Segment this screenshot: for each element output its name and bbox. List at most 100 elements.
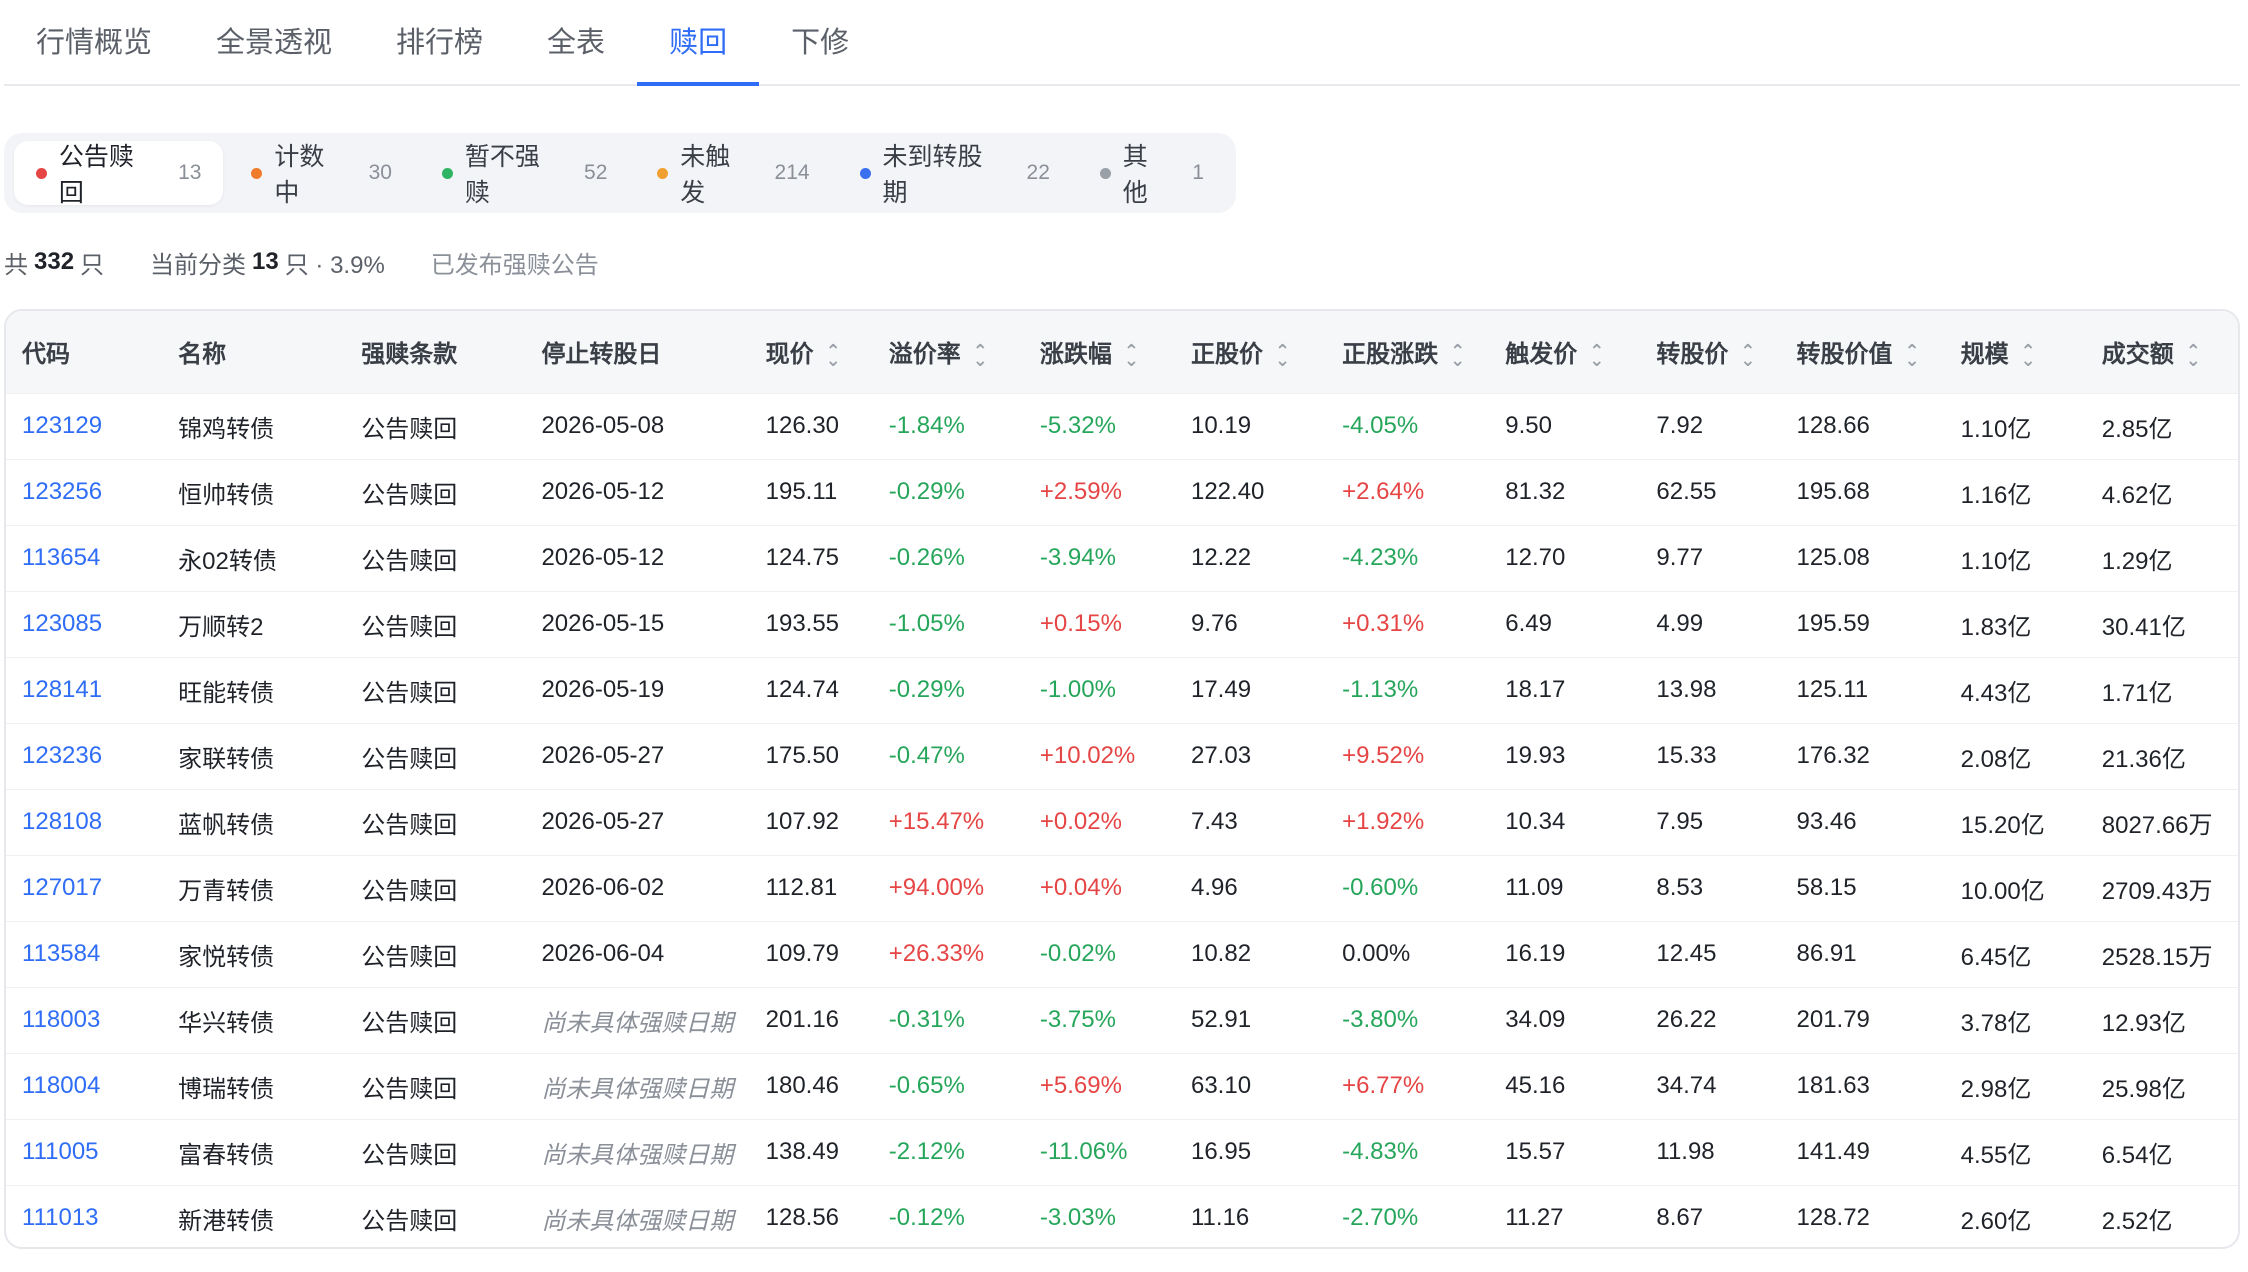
table-cell: 2.60亿 [1960, 1207, 2032, 1235]
tab-2[interactable]: 排行榜 [364, 0, 515, 84]
table-cell: 1.10亿 [1960, 415, 2032, 443]
sort-icon[interactable]: ⌃ ⌄ [1740, 342, 1755, 369]
table-cell: +9.52% [1342, 742, 1425, 769]
bond-code-link[interactable]: 123085 [6, 591, 162, 657]
sort-icon[interactable]: ⌃ ⌄ [2021, 342, 2036, 369]
table-cell: 81.32 [1505, 478, 1566, 505]
table-cell: 11.98 [1656, 1138, 1715, 1165]
bond-code-link[interactable]: 128141 [6, 657, 162, 723]
bond-code-link[interactable]: 118003 [6, 987, 162, 1053]
table-row[interactable]: 118004 博瑞转债 公告赎回 尚未具体强赎日期 180.46 -0.65% +5.69%… [6, 1053, 2238, 1119]
column-header[interactable]: 成交额 ⌃ ⌄ [2086, 311, 2238, 393]
status-dot-icon [657, 167, 669, 179]
summary-line: 共 332 只 当前分类 13 只 · 3.9% 已发布强赎公告 [4, 244, 599, 280]
tab-3[interactable]: 全表 [515, 0, 637, 84]
table-cell: 2.85亿 [2101, 415, 2173, 443]
table-cell: 16.19 [1505, 940, 1566, 967]
bond-code-link[interactable]: 123256 [6, 459, 162, 525]
table-cell: 112.81 [765, 874, 838, 901]
table-header-row: 代码 名称 强赎条款 停止转股日 现价 ⌃ ⌄ 溢价率 ⌃ ⌄ 涨跌幅 ⌃ ⌄ 正股价 ⌃ ⌄ 正股涨跌 ⌃ ⌄ 触发… [6, 311, 2238, 393]
column-header[interactable]: 正股价 ⌃ ⌄ [1175, 311, 1326, 393]
table-row[interactable]: 123129 锦鸡转债 公告赎回 2026-05-08 126.30 -1.84% -5.3… [6, 393, 2238, 459]
filter-chip-label: 公告赎回 [58, 143, 134, 207]
table-row[interactable]: 118003 华兴转债 公告赎回 尚未具体强赎日期 201.16 -0.31% -3.75%… [6, 987, 2238, 1053]
bond-code-link[interactable]: 111013 [6, 1185, 162, 1247]
tab-5[interactable]: 下修 [759, 0, 881, 84]
table-cell: 7.92 [1656, 412, 1704, 439]
table-cell: 141.49 [1796, 1138, 1870, 1165]
column-header[interactable]: 规模 ⌃ ⌄ [1945, 311, 2086, 393]
table-row[interactable]: 113654 永02转债 公告赎回 2026-05-12 124.75 -0.26% -3.… [6, 525, 2238, 591]
bond-code-link[interactable]: 127017 [6, 855, 162, 921]
sort-icon[interactable]: ⌃ ⌄ [1124, 342, 1139, 369]
current-prefix: 当前分类 [150, 251, 247, 279]
table-row[interactable]: 123085 万顺转2 公告赎回 2026-05-15 193.55 -1.05% +0.1… [6, 591, 2238, 657]
table-cell: 201.16 [765, 1006, 840, 1033]
table-cell: 10.00亿 [1960, 877, 2045, 905]
table-cell: -4.23% [1342, 544, 1419, 571]
filter-chip-label: 暂不强赎 [464, 143, 540, 207]
filter-chip-3[interactable]: 未触发 214 [635, 141, 831, 207]
column-header[interactable]: 溢价率 ⌃ ⌄ [873, 311, 1024, 393]
sort-icon[interactable]: ⌃ ⌄ [1589, 342, 1604, 369]
filter-chip-5[interactable]: 其他 1 [1078, 141, 1226, 207]
table-row[interactable]: 111005 富春转债 公告赎回 尚未具体强赎日期 138.49 -2.12% -11.06… [6, 1119, 2238, 1185]
tab-0[interactable]: 行情概览 [4, 0, 184, 84]
table-row[interactable]: 127017 万青转债 公告赎回 2026-06-02 112.81 +94.00% +0.… [6, 855, 2238, 921]
table-cell: 公告赎回 [361, 415, 458, 443]
table-cell: 175.50 [765, 742, 840, 769]
table-cell: 16.95 [1190, 1138, 1252, 1165]
table-cell: 公告赎回 [361, 481, 458, 509]
table-cell: 17.49 [1190, 676, 1252, 703]
bond-code-link[interactable]: 123236 [6, 723, 162, 789]
tab-1[interactable]: 全景透视 [184, 0, 364, 84]
column-header-label: 强赎条款 [361, 341, 458, 369]
sort-icon[interactable]: ⌃ ⌄ [1450, 342, 1465, 369]
column-header[interactable]: 触发价 ⌃ ⌄ [1489, 311, 1640, 393]
sort-icon[interactable]: ⌃ ⌄ [2186, 342, 2201, 369]
total-count: 332 [34, 248, 75, 275]
bond-code-link[interactable]: 123129 [6, 393, 162, 459]
sort-icon[interactable]: ⌃ ⌄ [1275, 342, 1290, 369]
table-cell: 7.43 [1190, 808, 1238, 835]
filter-chip-label: 其他 [1122, 143, 1148, 207]
table-row[interactable]: 111013 新港转债 公告赎回 尚未具体强赎日期 128.56 -0.12% -3.03%… [6, 1185, 2238, 1247]
table-cell: 21.36亿 [2101, 745, 2186, 773]
current-suffix: 只 · 3.9% [284, 251, 385, 279]
table-cell: -5.32% [1039, 412, 1116, 439]
table-cell: 公告赎回 [361, 679, 458, 707]
table-row[interactable]: 128108 蓝帆转债 公告赎回 2026-05-27 107.92 +15.47% +0.… [6, 789, 2238, 855]
table-row[interactable]: 123236 家联转债 公告赎回 2026-05-27 175.50 -0.47% +10.… [6, 723, 2238, 789]
table-row[interactable]: 128141 旺能转债 公告赎回 2026-05-19 124.74 -0.29% -1.0… [6, 657, 2238, 723]
column-header[interactable]: 现价 ⌃ ⌄ [750, 311, 873, 393]
sort-icon[interactable]: ⌃ ⌄ [826, 342, 841, 369]
table-cell: 公告赎回 [361, 745, 458, 773]
table-row[interactable]: 123256 恒帅转债 公告赎回 2026-05-12 195.11 -0.29% +2.5… [6, 459, 2238, 525]
filter-chip-1[interactable]: 计数中 30 [229, 141, 414, 207]
column-header[interactable]: 涨跌幅 ⌃ ⌄ [1024, 311, 1175, 393]
column-header[interactable]: 转股价 ⌃ ⌄ [1640, 311, 1780, 393]
column-header-label: 成交额 [2101, 341, 2174, 369]
bond-code-link[interactable]: 111005 [6, 1119, 162, 1185]
filter-chip-0[interactable]: 公告赎回 13 [14, 141, 224, 207]
column-header[interactable]: 转股价值 ⌃ ⌄ [1781, 311, 1945, 393]
column-header-label: 转股价 [1656, 341, 1729, 369]
bond-code-link[interactable]: 113654 [6, 525, 162, 591]
table-cell: -4.05% [1342, 412, 1419, 439]
sort-icon[interactable]: ⌃ ⌄ [1905, 342, 1920, 369]
bond-code-link[interactable]: 118004 [6, 1053, 162, 1119]
table-cell: -0.31% [888, 1006, 965, 1033]
table-cell: 34.09 [1505, 1006, 1566, 1033]
bond-code-link[interactable]: 113584 [6, 921, 162, 987]
column-header[interactable]: 正股涨跌 ⌃ ⌄ [1326, 311, 1489, 393]
status-dot-icon [441, 167, 453, 179]
table-cell: 124.75 [765, 544, 840, 571]
tab-4[interactable]: 赎回 [637, 0, 760, 86]
table-row[interactable]: 113584 家悦转债 公告赎回 2026-06-04 109.79 +26.33% -0.… [6, 921, 2238, 987]
filter-chip-4[interactable]: 未到转股期 22 [838, 141, 1072, 207]
sort-icon[interactable]: ⌃ ⌄ [973, 342, 988, 369]
bond-code-link[interactable]: 128108 [6, 789, 162, 855]
table-cell: 9.77 [1656, 544, 1704, 571]
filter-chip-2[interactable]: 暂不强赎 52 [420, 141, 629, 207]
table-cell: -3.75% [1039, 1006, 1116, 1033]
